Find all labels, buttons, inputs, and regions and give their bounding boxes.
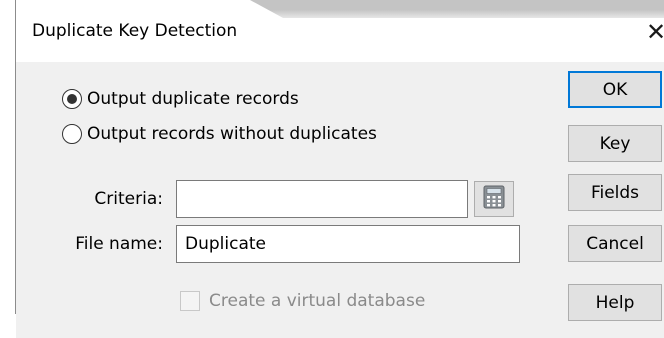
key-button[interactable]: Key [568, 125, 662, 162]
screen: Duplicate Key Detection ✕ Output duplica… [0, 0, 664, 338]
criteria-input[interactable] [176, 180, 468, 218]
create-virtual-database-label: Create a virtual database [209, 291, 426, 311]
criteria-label: Criteria: [94, 189, 163, 209]
radio-selected-icon[interactable] [62, 89, 82, 109]
file-name-input[interactable] [176, 225, 520, 263]
radio-unselected-icon[interactable] [62, 124, 82, 144]
file-name-label: File name: [75, 234, 163, 254]
output-duplicates-radio[interactable]: Output duplicate records [62, 88, 299, 110]
dialog-client-area: Output duplicate records Output records … [16, 62, 664, 338]
calculator-button[interactable] [474, 181, 514, 217]
checkbox-unchecked-icon[interactable] [180, 291, 200, 311]
output-without-duplicates-label: Output records without duplicates [87, 124, 377, 144]
output-without-duplicates-radio[interactable]: Output records without duplicates [62, 123, 377, 145]
create-virtual-database-checkbox[interactable]: Create a virtual database [180, 290, 425, 312]
output-duplicates-label: Output duplicate records [87, 89, 299, 109]
help-button[interactable]: Help [568, 284, 662, 321]
close-icon[interactable]: ✕ [636, 13, 664, 51]
dialog-title: Duplicate Key Detection [32, 21, 238, 41]
cancel-button[interactable]: Cancel [568, 225, 662, 262]
calculator-icon [483, 185, 505, 213]
ok-button[interactable]: OK [568, 71, 662, 108]
fields-button[interactable]: Fields [568, 174, 662, 211]
